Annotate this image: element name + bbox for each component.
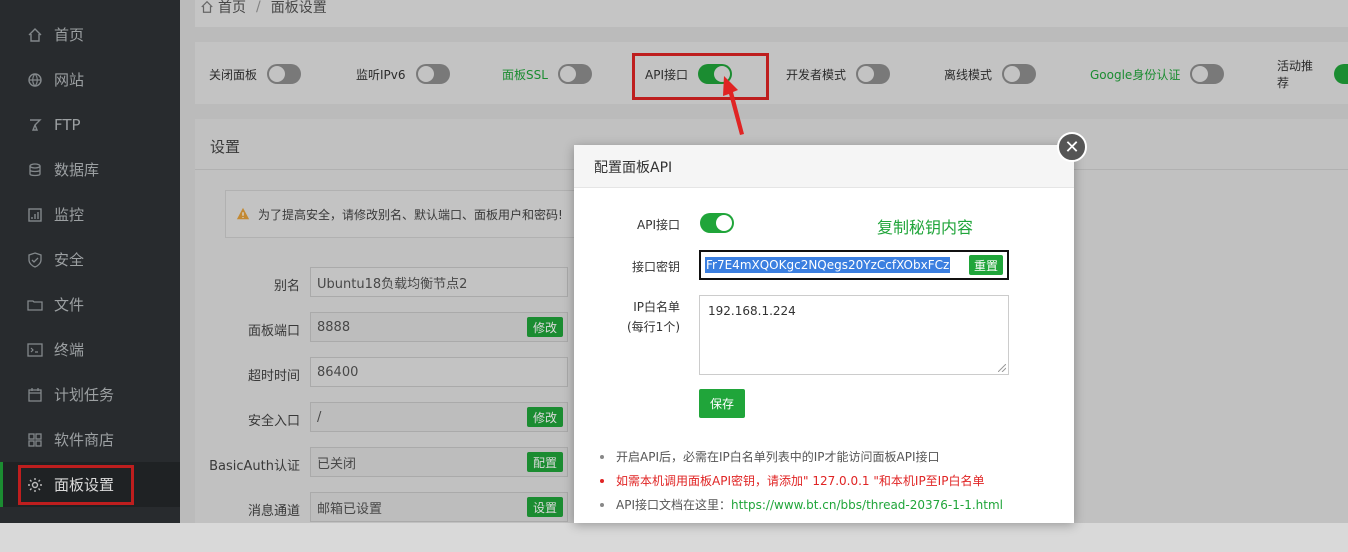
modal-ip-hint: (每行1个) (627, 320, 680, 334)
modal-header: 配置面板API (574, 145, 1074, 188)
reset-key-button[interactable]: 重置 (968, 255, 1003, 275)
bullet-icon (600, 478, 604, 483)
modal-api-label: API接口 (637, 218, 680, 232)
note-text: 开启API后，必需在IP白名单列表中的IP才能访问面板API接口 (616, 450, 940, 464)
api-doc-link[interactable]: https://www.bt.cn/bbs/thread-20376-1-1.h… (731, 498, 1003, 512)
modal-ip-label: IP白名单 (633, 300, 680, 314)
note-item: 开启API后，必需在IP白名单列表中的IP才能访问面板API接口 (600, 448, 940, 465)
resize-handle-icon[interactable] (998, 364, 1006, 372)
note-item: API接口文档在这里： https://www.bt.cn/bbs/thread-… (600, 496, 1003, 513)
note-item: 如需本机调用面板API密钥，请添加" 127.0.0.1 "和本机IP至IP白名… (600, 472, 984, 489)
ip-whitelist-value: 192.168.1.224 (708, 304, 796, 318)
note-text: API接口文档在这里： (616, 498, 731, 512)
modal-close-button[interactable]: ✕ (1057, 132, 1087, 162)
note-text: 如需本机调用面板API密钥，请添加" 127.0.0.1 "和本机IP至IP白名… (616, 474, 985, 488)
api-key-value: Fr7E4mXQOKgc2NQegs20YzCcfXObxFCz (705, 257, 951, 273)
close-icon: ✕ (1064, 136, 1080, 158)
ip-whitelist-textarea[interactable]: 192.168.1.224 (699, 295, 1009, 375)
modal-api-toggle[interactable] (700, 213, 734, 233)
copy-key-hint: 复制秘钥内容 (877, 218, 974, 237)
api-key-input[interactable]: Fr7E4mXQOKgc2NQegs20YzCcfXObxFCz 重置 (699, 250, 1009, 280)
bullet-icon (600, 454, 604, 459)
modal-title: 配置面板API (594, 160, 673, 176)
modal-key-label: 接口密钥 (631, 260, 680, 274)
bullet-icon (600, 502, 604, 507)
annotation-arrow-icon (723, 76, 744, 135)
save-button[interactable]: 保存 (699, 389, 745, 418)
